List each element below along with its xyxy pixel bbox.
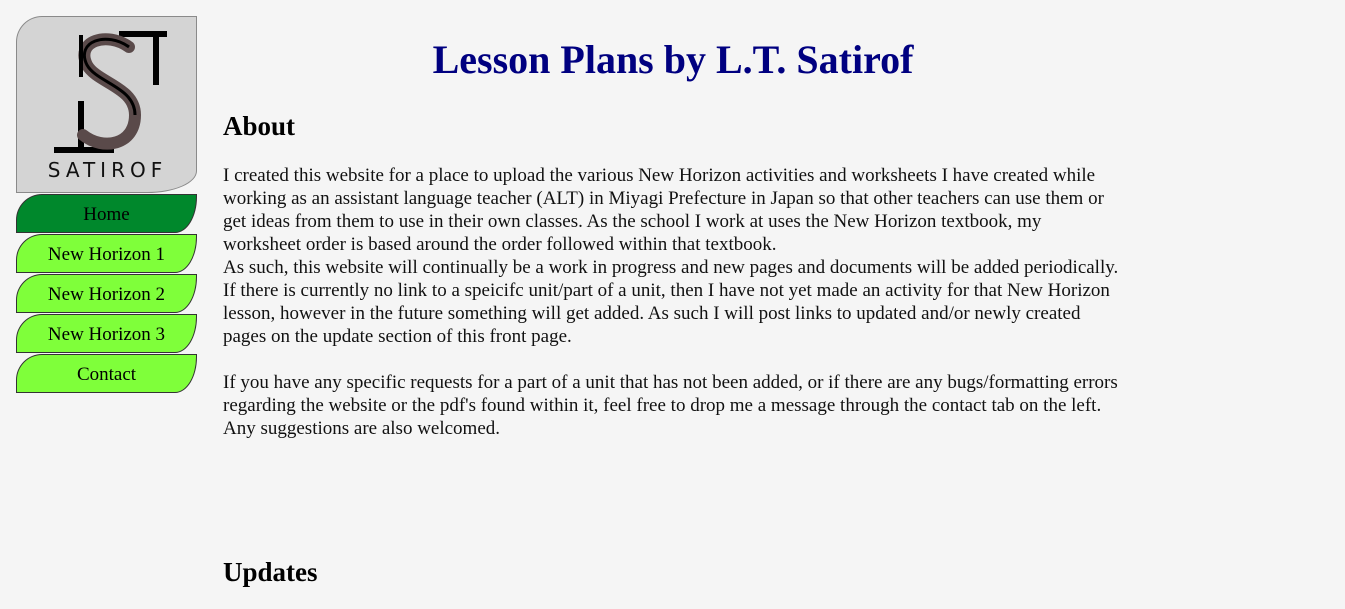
about-paragraph-1: I created this website for a place to up…: [223, 165, 1104, 255]
page-title: Lesson Plans by L.T. Satirof: [432, 37, 914, 82]
main-nav: Home New Horizon 1 New Horizon 2 New Hor…: [16, 194, 197, 393]
nav-item-new-horizon-3[interactable]: New Horizon 3: [16, 314, 197, 353]
logo-wordmark: SATIROF: [47, 158, 168, 182]
page: SATIROF Home New Horizon 1 New Horizon 2…: [0, 0, 1345, 609]
about-body: I created this website for a place to up…: [223, 164, 1123, 440]
about-heading: About: [223, 111, 296, 141]
about-paragraph-3: If you have any specific requests for a …: [223, 372, 1118, 439]
nav-item-new-horizon-2[interactable]: New Horizon 2: [16, 274, 197, 313]
about-paragraph-2: As such, this website will continually b…: [223, 257, 1119, 347]
updates-heading: Updates: [223, 557, 318, 587]
sidebar: SATIROF Home New Horizon 1 New Horizon 2…: [16, 16, 197, 394]
nav-item-contact[interactable]: Contact: [16, 354, 197, 393]
nav-item-home[interactable]: Home: [16, 194, 197, 233]
site-logo[interactable]: SATIROF: [16, 16, 197, 193]
nav-item-new-horizon-1[interactable]: New Horizon 1: [16, 234, 197, 273]
